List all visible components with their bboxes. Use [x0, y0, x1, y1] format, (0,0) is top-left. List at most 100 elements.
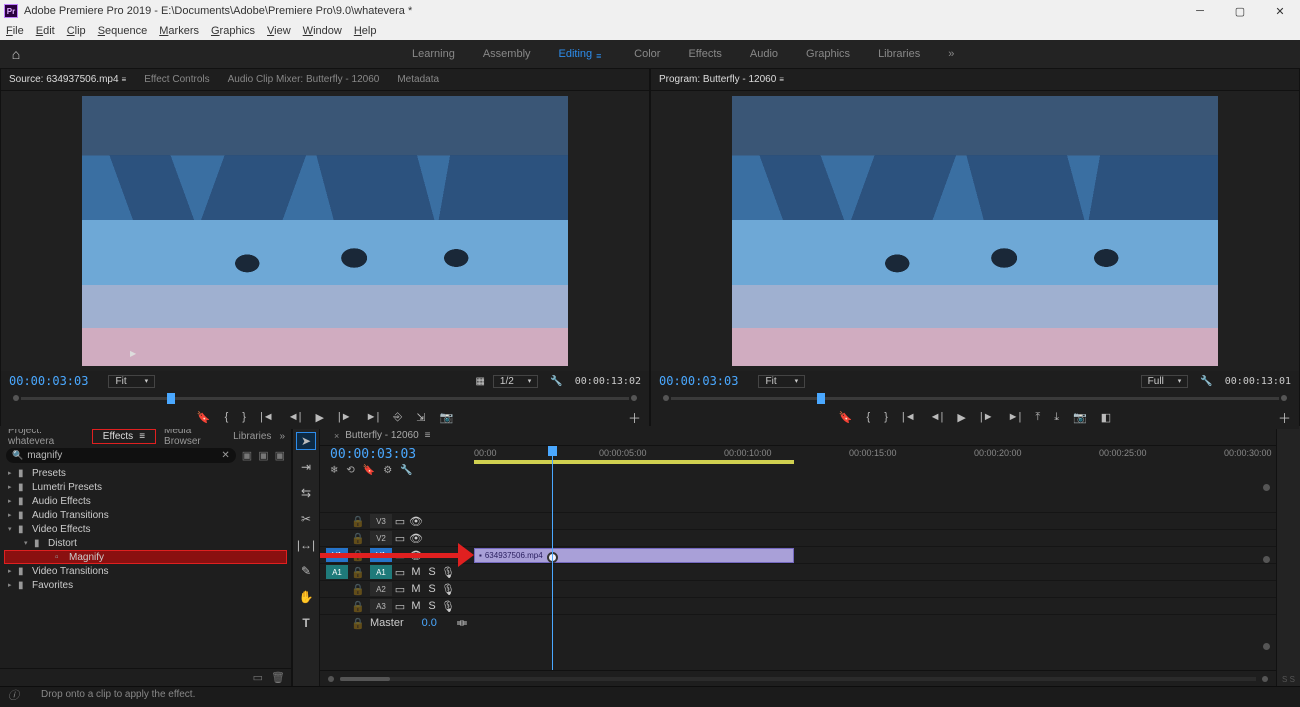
insert-icon[interactable]: ⎆ — [393, 411, 402, 424]
play-icon[interactable]: ▶ — [315, 411, 323, 424]
vscroll-bottom-handle[interactable] — [1263, 643, 1270, 650]
tab-effects[interactable]: Effects≡ — [92, 429, 156, 444]
tree-item-presets[interactable]: ▸▮Presets — [0, 466, 291, 480]
export-frame-icon[interactable]: 📷 — [439, 411, 453, 424]
menu-window[interactable]: Window — [303, 25, 342, 37]
track-header-a2[interactable]: 🔒A2▭MS🎙 — [320, 580, 474, 597]
zoom-out-handle[interactable] — [328, 676, 334, 682]
accelerated-filter-icon[interactable]: ▣ — [242, 449, 252, 462]
track-lane-master[interactable] — [474, 614, 1276, 631]
voiceover-icon[interactable]: 🎙 — [440, 583, 456, 596]
track-target-a1[interactable]: A1 — [370, 565, 392, 579]
source-tab-1[interactable]: Effect Controls — [144, 74, 209, 85]
tree-item-audio-effects[interactable]: ▸▮Audio Effects — [0, 494, 291, 508]
source-timecode-left[interactable]: 00:00:03:03 — [9, 374, 88, 388]
lift-icon[interactable]: ⤒ — [1035, 411, 1040, 424]
selection-tool-icon[interactable]: ➤ — [296, 432, 316, 450]
source-wrench-icon[interactable]: 🔧 — [550, 376, 562, 387]
solo-button[interactable]: S — [424, 566, 440, 578]
timeline-ruler[interactable]: 00:0000:00:05:0000:00:10:0000:00:15:0000… — [474, 446, 1276, 482]
menu-view[interactable]: View — [267, 25, 291, 37]
export-frame-icon[interactable]: 📷 — [1073, 411, 1087, 424]
track-target-v2[interactable]: V2 — [370, 531, 392, 545]
program-resolution-dropdown[interactable]: Full▾ — [1141, 375, 1189, 388]
timeline-settings-icon[interactable]: ⚙ — [383, 465, 392, 476]
tree-item-distort[interactable]: ▾▮Distort — [0, 536, 291, 550]
tree-item-audio-transitions[interactable]: ▸▮Audio Transitions — [0, 508, 291, 522]
source-resolution-dropdown[interactable]: 1/2▾ — [493, 375, 538, 388]
workspace-tab-effects[interactable]: Effects — [688, 48, 721, 60]
track-header-master[interactable]: 🔒Master0.0⟚ — [320, 614, 474, 631]
go-to-in-icon[interactable]: |◄ — [902, 411, 916, 423]
workspace-tab-graphics[interactable]: Graphics — [806, 48, 850, 60]
timeline-wrench-icon[interactable]: 🔧 — [400, 465, 412, 476]
panel-overflow-icon[interactable]: » — [279, 431, 285, 442]
lock-icon[interactable]: 🔒 — [350, 617, 366, 630]
extract-icon[interactable]: ⤓ — [1054, 411, 1059, 424]
toggle-output-icon[interactable]: ▭ — [392, 600, 408, 613]
vscroll-top-handle[interactable] — [1263, 484, 1270, 491]
play-icon[interactable]: ▶ — [957, 411, 965, 424]
ripple-edit-tool-icon[interactable]: ⇆ — [296, 484, 316, 502]
close-button[interactable]: ✕ — [1260, 0, 1300, 22]
source-tab-2[interactable]: Audio Clip Mixer: Butterfly - 12060 — [228, 74, 380, 85]
menu-edit[interactable]: Edit — [36, 25, 55, 37]
sequence-tab[interactable]: Butterfly - 12060≡ — [345, 430, 430, 441]
workspace-tab-libraries[interactable]: Libraries — [878, 48, 920, 60]
program-wrench-icon[interactable]: 🔧 — [1200, 376, 1212, 387]
toggle-visibility-icon[interactable]: 👁 — [408, 532, 424, 545]
timeline-timecode[interactable]: 00:00:03:03 — [330, 447, 474, 462]
mute-button[interactable]: M — [408, 583, 424, 595]
menu-help[interactable]: Help — [354, 25, 377, 37]
track-lane-v3[interactable] — [474, 512, 1276, 529]
step-back-icon[interactable]: ◄| — [288, 411, 302, 423]
mute-button[interactable]: M — [408, 600, 424, 612]
source-preview[interactable]: ▶ — [1, 91, 649, 371]
track-content[interactable]: ▪634937506.mp4 — [474, 482, 1276, 670]
slip-tool-icon[interactable]: |↔| — [296, 536, 316, 554]
mark-out-icon[interactable]: } — [884, 411, 888, 423]
program-preview[interactable] — [651, 91, 1299, 371]
track-target-a2[interactable]: A2 — [370, 582, 392, 596]
button-editor-icon[interactable]: ＋ — [1278, 408, 1291, 427]
track-header-v3[interactable]: 🔒V3▭👁 — [320, 512, 474, 529]
mark-in-icon[interactable]: { — [225, 411, 229, 423]
linked-selection-icon[interactable]: ⟲ — [346, 465, 354, 476]
track-lane-a2[interactable] — [474, 580, 1276, 597]
solo-button[interactable]: S — [424, 600, 440, 612]
tab-libraries[interactable]: Libraries — [233, 431, 271, 442]
menu-sequence[interactable]: Sequence — [98, 25, 148, 37]
program-scrub-bar[interactable] — [651, 391, 1299, 405]
master-value[interactable]: 0.0 — [422, 617, 437, 629]
tab-program[interactable]: Program: Butterfly - 12060≡ — [659, 74, 784, 85]
source-settings-gear-icon[interactable]: ▦ — [475, 376, 484, 387]
program-fit-dropdown[interactable]: Fit▾ — [758, 375, 805, 388]
workspace-overflow-button[interactable]: » — [948, 48, 954, 60]
add-marker-icon[interactable]: 🔖 — [197, 411, 211, 424]
track-lane-v1[interactable]: ▪634937506.mp4 — [474, 546, 1276, 563]
track-lane-a3[interactable] — [474, 597, 1276, 614]
snap-icon[interactable]: ❄ — [330, 465, 338, 476]
step-forward-icon[interactable]: |► — [980, 411, 994, 423]
lock-icon[interactable]: 🔒 — [350, 566, 366, 579]
workspace-tab-assembly[interactable]: Assembly — [483, 48, 531, 60]
source-tab-0[interactable]: Source: 634937506.mp4≡ — [9, 74, 126, 85]
close-sequence-icon[interactable]: × — [334, 431, 339, 441]
lock-icon[interactable]: 🔒 — [350, 583, 366, 596]
track-select-tool-icon[interactable]: ⇥ — [296, 458, 316, 476]
workspace-tab-editing[interactable]: Editing — [559, 48, 607, 60]
workspace-tab-color[interactable]: Color — [634, 48, 660, 60]
32bit-filter-icon[interactable]: ▣ — [258, 449, 268, 462]
minimize-button[interactable]: ─ — [1180, 0, 1220, 22]
track-target-v3[interactable]: V3 — [370, 514, 392, 528]
work-area-bar[interactable] — [474, 460, 794, 464]
mark-out-icon[interactable]: } — [242, 411, 246, 423]
menu-markers[interactable]: Markers — [159, 25, 199, 37]
overwrite-icon[interactable]: ⇲ — [416, 411, 425, 424]
solo-button[interactable]: S — [424, 583, 440, 595]
yuv-filter-icon[interactable]: ▣ — [275, 449, 285, 462]
home-icon[interactable]: ⌂ — [0, 46, 32, 62]
step-back-icon[interactable]: ◄| — [930, 411, 944, 423]
tree-item-video-effects[interactable]: ▾▮Video Effects — [0, 522, 291, 536]
delete-icon[interactable]: 🗑 — [271, 671, 285, 684]
